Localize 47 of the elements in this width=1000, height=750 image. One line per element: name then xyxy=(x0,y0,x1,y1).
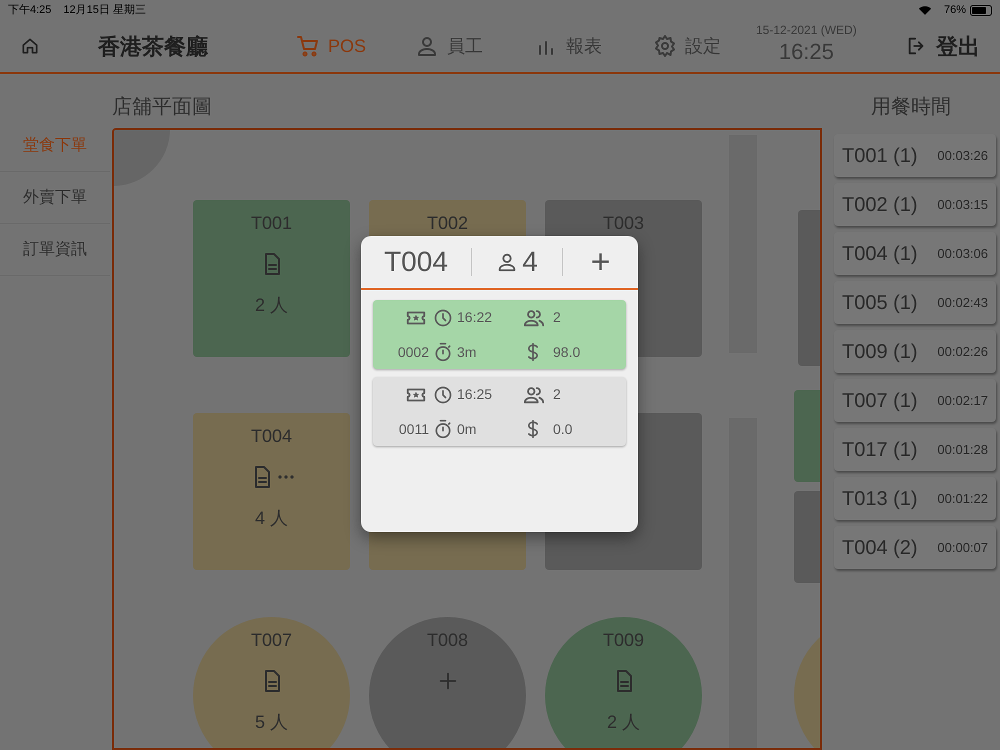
table-number: T001 xyxy=(250,212,292,235)
battery-percent: 76% xyxy=(944,2,966,18)
table-label: T007 (1) xyxy=(842,388,918,414)
elapsed-time: 00:01:22 xyxy=(937,490,988,508)
order-start-time: 16:22 xyxy=(457,308,492,327)
elapsed-time: 00:00:07 xyxy=(937,538,988,557)
elapsed-time: 00:02:17 xyxy=(937,392,988,410)
guest-count: 4 人 xyxy=(254,507,288,530)
status-date: 12月15日 星期三 xyxy=(63,2,146,18)
guest-count: 5 人 xyxy=(254,711,288,734)
status-time: 下午4:25 xyxy=(8,2,52,18)
table-label: T004 (2) xyxy=(842,536,918,560)
table-label: T009 (1) xyxy=(842,340,918,364)
app-title: 香港茶餐廳 xyxy=(96,32,209,60)
elapsed-time: 00:02:43 xyxy=(937,294,988,312)
order-guest-count: 2 xyxy=(552,308,562,327)
table-label: T013 (1) xyxy=(842,486,918,512)
date-text: 15-12-2021 (WED) xyxy=(756,22,857,39)
order-duration: 3m xyxy=(457,342,476,362)
guest-count: 2 人 xyxy=(606,711,640,734)
table-label: T005 (1) xyxy=(842,290,918,316)
table-number: T007 xyxy=(250,629,292,652)
guest-count: 2 人 xyxy=(254,294,288,317)
elapsed-time: 00:03:15 xyxy=(937,196,988,214)
panel-title: 用餐時間 xyxy=(871,95,951,120)
table-number: T002 xyxy=(426,212,468,235)
popup-table-number: T004 xyxy=(383,245,449,279)
order-amount: 0.0 xyxy=(552,420,574,438)
order-duration: 0m xyxy=(457,420,476,438)
table-label: T001 (1) xyxy=(842,144,918,168)
order-guest-count: 2 xyxy=(552,385,562,404)
table-label: T002 (1) xyxy=(842,192,918,218)
clock-time: 16:25 xyxy=(778,39,834,65)
table-number: T004 xyxy=(250,425,292,448)
elapsed-time: 00:03:06 xyxy=(937,244,988,263)
section-title: 店舖平面圖 xyxy=(112,95,212,120)
popup-guest-count: 4 xyxy=(522,245,538,279)
table-number: T009 xyxy=(602,629,644,652)
order-number: 0011 xyxy=(398,420,429,438)
elapsed-time: 00:02:26 xyxy=(937,342,988,361)
order-start-time: 16:25 xyxy=(457,385,492,404)
order-amount: 98.0 xyxy=(552,342,582,362)
table-label: T017 (1) xyxy=(842,438,918,462)
elapsed-time: 00:03:26 xyxy=(937,146,988,165)
elapsed-time: 00:01:28 xyxy=(937,440,988,459)
order-number: 0002 xyxy=(396,342,429,362)
table-label: T004 (1) xyxy=(842,242,918,266)
